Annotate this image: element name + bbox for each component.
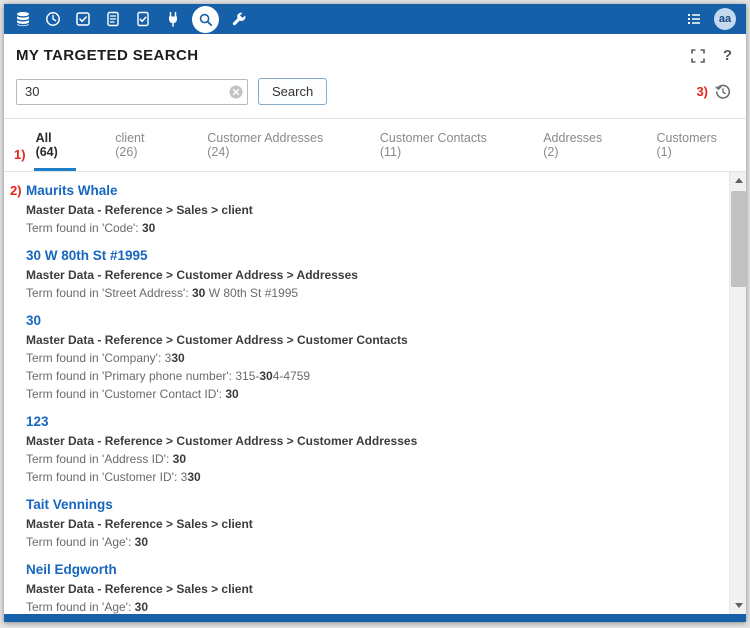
expand-icon[interactable] xyxy=(690,47,707,64)
tab-all-64[interactable]: All (64) xyxy=(34,131,77,171)
annotation-1: 1) xyxy=(14,147,26,171)
result-title-link[interactable]: 123 xyxy=(26,414,719,429)
result-term-line: Term found in 'Address ID': 30 xyxy=(26,452,719,466)
report-icon[interactable] xyxy=(104,11,121,28)
result-term-line: Term found in 'Primary phone number': 31… xyxy=(26,369,719,383)
result-term-line: Term found in 'Code': 30 xyxy=(26,221,719,235)
result-term-line: Term found in 'Age': 30 xyxy=(26,600,719,614)
result-title-link[interactable]: 30 W 80th St #1995 xyxy=(26,248,719,263)
result-path: Master Data - Reference > Customer Addre… xyxy=(26,333,719,347)
scrollbar-thumb[interactable] xyxy=(731,191,746,287)
result-title-link[interactable]: Maurits Whale xyxy=(26,183,719,198)
results-tabs-bar: 1) All (64) client (26) Customer Addresses… xyxy=(4,119,746,172)
user-avatar[interactable]: aa xyxy=(714,8,736,30)
result-item: 123 Master Data - Reference > Customer Ad… xyxy=(26,414,719,484)
result-path: Master Data - Reference > Customer Addre… xyxy=(26,268,719,282)
tab-client-26[interactable]: client (26) xyxy=(113,131,168,171)
result-title-link[interactable]: Neil Edgworth xyxy=(26,562,719,577)
result-path: Master Data - Reference > Sales > client xyxy=(26,203,719,217)
clock-icon[interactable] xyxy=(44,11,61,28)
search-icon[interactable] xyxy=(192,6,219,33)
footer-bar xyxy=(4,614,746,622)
scroll-down-icon[interactable] xyxy=(730,597,746,614)
result-path: Master Data - Reference > Sales > client xyxy=(26,582,719,596)
summary-list-icon[interactable] xyxy=(685,11,702,28)
search-results-list: Maurits Whale Master Data - Reference > S… xyxy=(4,172,729,614)
result-item: Maurits Whale Master Data - Reference > S… xyxy=(26,183,719,235)
app-window: aa MY TARGETED SEARCH ? Search 3) 1 xyxy=(4,4,746,622)
reset-history-icon[interactable] xyxy=(714,83,732,101)
result-item: 30 W 80th St #1995 Master Data - Referenc… xyxy=(26,248,719,300)
clear-input-icon[interactable] xyxy=(229,85,243,99)
search-bar: Search 3) xyxy=(4,72,746,119)
result-item: 30 Master Data - Reference > Customer Add… xyxy=(26,313,719,401)
result-term-line: Term found in 'Customer Contact ID': 30 xyxy=(26,387,719,401)
result-path: Master Data - Reference > Customer Addre… xyxy=(26,434,719,448)
result-item: Neil Edgworth Master Data - Reference > S… xyxy=(26,562,719,614)
result-term-line: Term found in 'Street Address': 30 W 80t… xyxy=(26,286,719,300)
top-toolbar: aa xyxy=(4,4,746,34)
result-item: Tait Vennings Master Data - Reference > S… xyxy=(26,497,719,549)
scroll-up-icon[interactable] xyxy=(730,172,746,189)
audit-check-icon[interactable] xyxy=(134,11,151,28)
result-term-line: Term found in 'Company': 330 xyxy=(26,351,719,365)
result-term-line: Term found in 'Age': 30 xyxy=(26,535,719,549)
result-term-line: Term found in 'Customer ID': 330 xyxy=(26,470,719,484)
result-title-link[interactable]: Tait Vennings xyxy=(26,497,719,512)
checklist-icon[interactable] xyxy=(74,11,91,28)
page-header: MY TARGETED SEARCH ? xyxy=(4,34,746,72)
tab-customer-contacts-11[interactable]: Customer Contacts (11) xyxy=(378,131,504,171)
tab-addresses-2[interactable]: Addresses (2) xyxy=(541,131,617,171)
annotation-3: 3) xyxy=(696,84,708,99)
search-button[interactable]: Search xyxy=(258,78,327,105)
vertical-scrollbar[interactable] xyxy=(729,172,746,614)
tabs-list: All (64) client (26) Customer Addresses (2… xyxy=(34,131,732,171)
page-title: MY TARGETED SEARCH xyxy=(16,47,199,64)
help-icon[interactable]: ? xyxy=(723,47,732,64)
plug-icon[interactable] xyxy=(164,11,181,28)
tab-customer-addresses-24[interactable]: Customer Addresses (24) xyxy=(205,131,341,171)
wrench-icon[interactable] xyxy=(230,11,247,28)
result-path: Master Data - Reference > Sales > client xyxy=(26,517,719,531)
search-input[interactable] xyxy=(16,79,248,105)
database-icon[interactable] xyxy=(14,11,31,28)
search-results-area: 2) Maurits WhaleMaster Data - Reference … xyxy=(4,172,746,614)
tab-customers-1[interactable]: Customers (1) xyxy=(654,131,732,171)
result-title-link[interactable]: 30 xyxy=(26,313,719,328)
